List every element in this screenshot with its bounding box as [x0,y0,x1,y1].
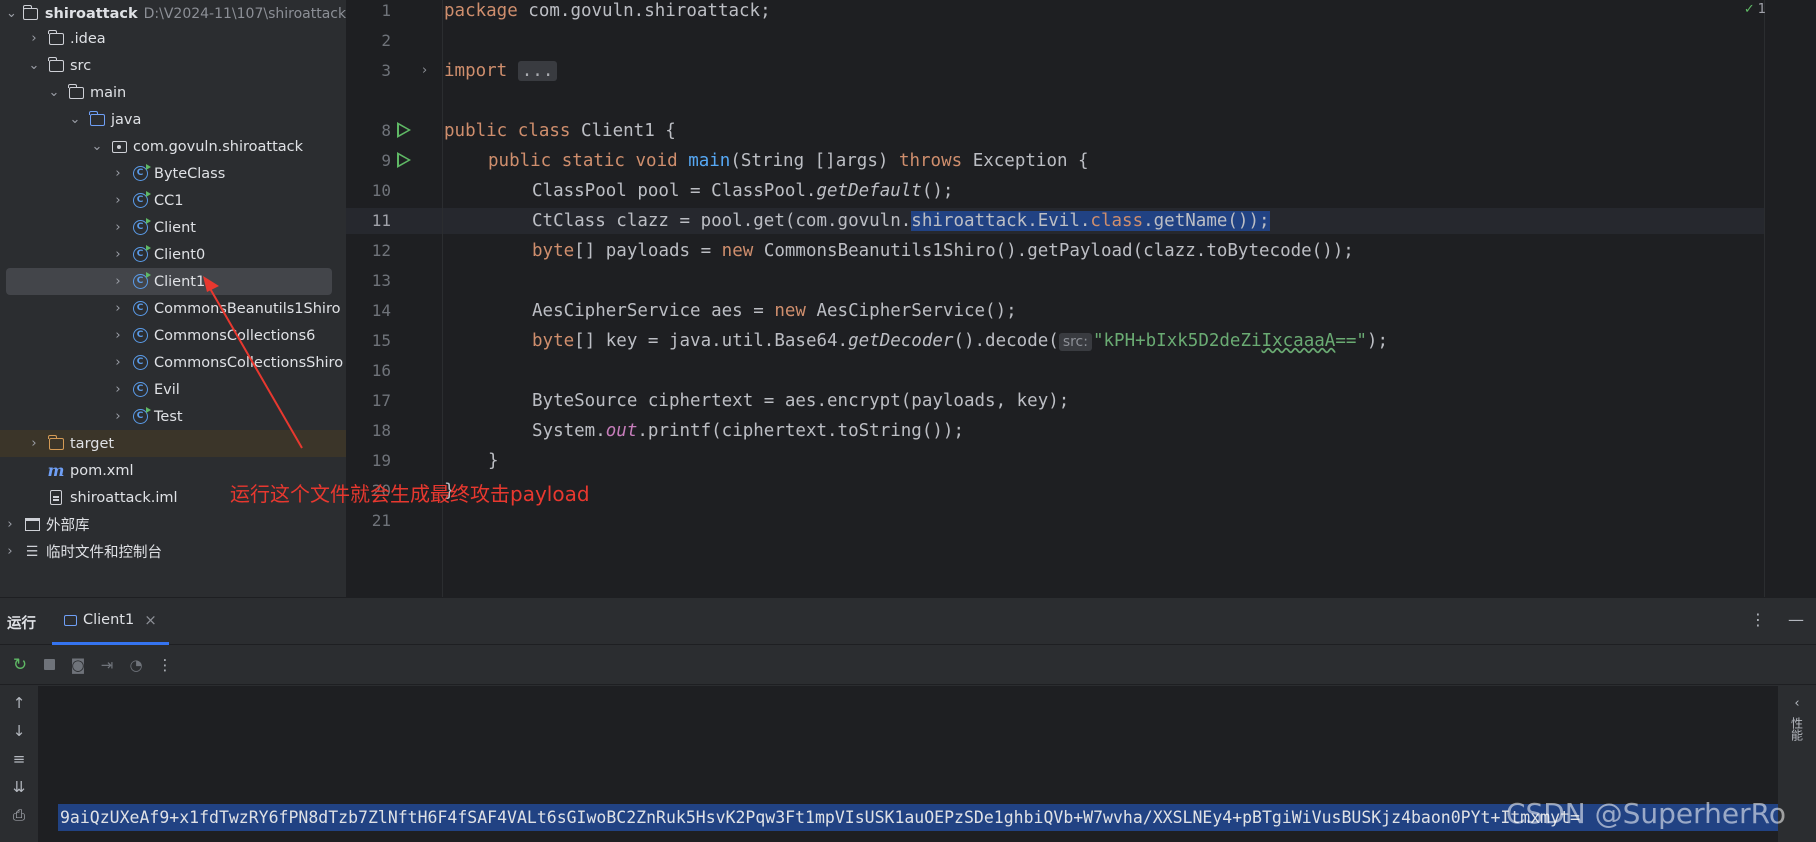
more-options-icon[interactable]: ⋮ [1750,610,1766,629]
console-sidebar: ↑ ↓ ≡ ⇊ ⎙ [0,686,38,842]
annotation-text: 运行这个文件就会生成最终攻击payload [230,482,590,506]
soft-wrap-icon[interactable]: ≡ [13,750,26,768]
more-icon[interactable]: ⋮ [157,656,173,674]
tab-label: Client1 [83,612,135,628]
run-toolbar: ↻ ◙ ⇥ ◔ ⋮ [0,645,1816,685]
minimize-icon[interactable]: — [1788,610,1804,629]
performance-tab[interactable]: 性能 [1789,717,1806,741]
scroll-down-icon[interactable]: ↓ [13,722,26,740]
scroll-to-end-icon[interactable]: ⇊ [13,778,26,796]
stop-icon[interactable] [41,657,57,673]
profiler-icon[interactable]: ◔ [128,656,144,674]
camera-icon[interactable]: ◙ [70,656,86,674]
close-icon[interactable]: × [144,611,157,629]
scroll-up-icon[interactable]: ↑ [13,694,26,712]
tab-client1[interactable]: Client1 × [52,598,169,645]
print-icon[interactable]: ⎙ [13,806,25,824]
run-header: 运行 Client1 × ⋮ — [0,598,1816,645]
restore-layout-icon[interactable]: ⇥ [99,656,115,674]
console-icon [64,614,77,626]
chevron-left-icon[interactable]: ‹ [1794,696,1799,711]
run-title: 运行 [7,616,36,632]
rerun-icon[interactable]: ↻ [12,655,28,675]
watermark: CSDN @SuperherRo [1505,797,1786,830]
